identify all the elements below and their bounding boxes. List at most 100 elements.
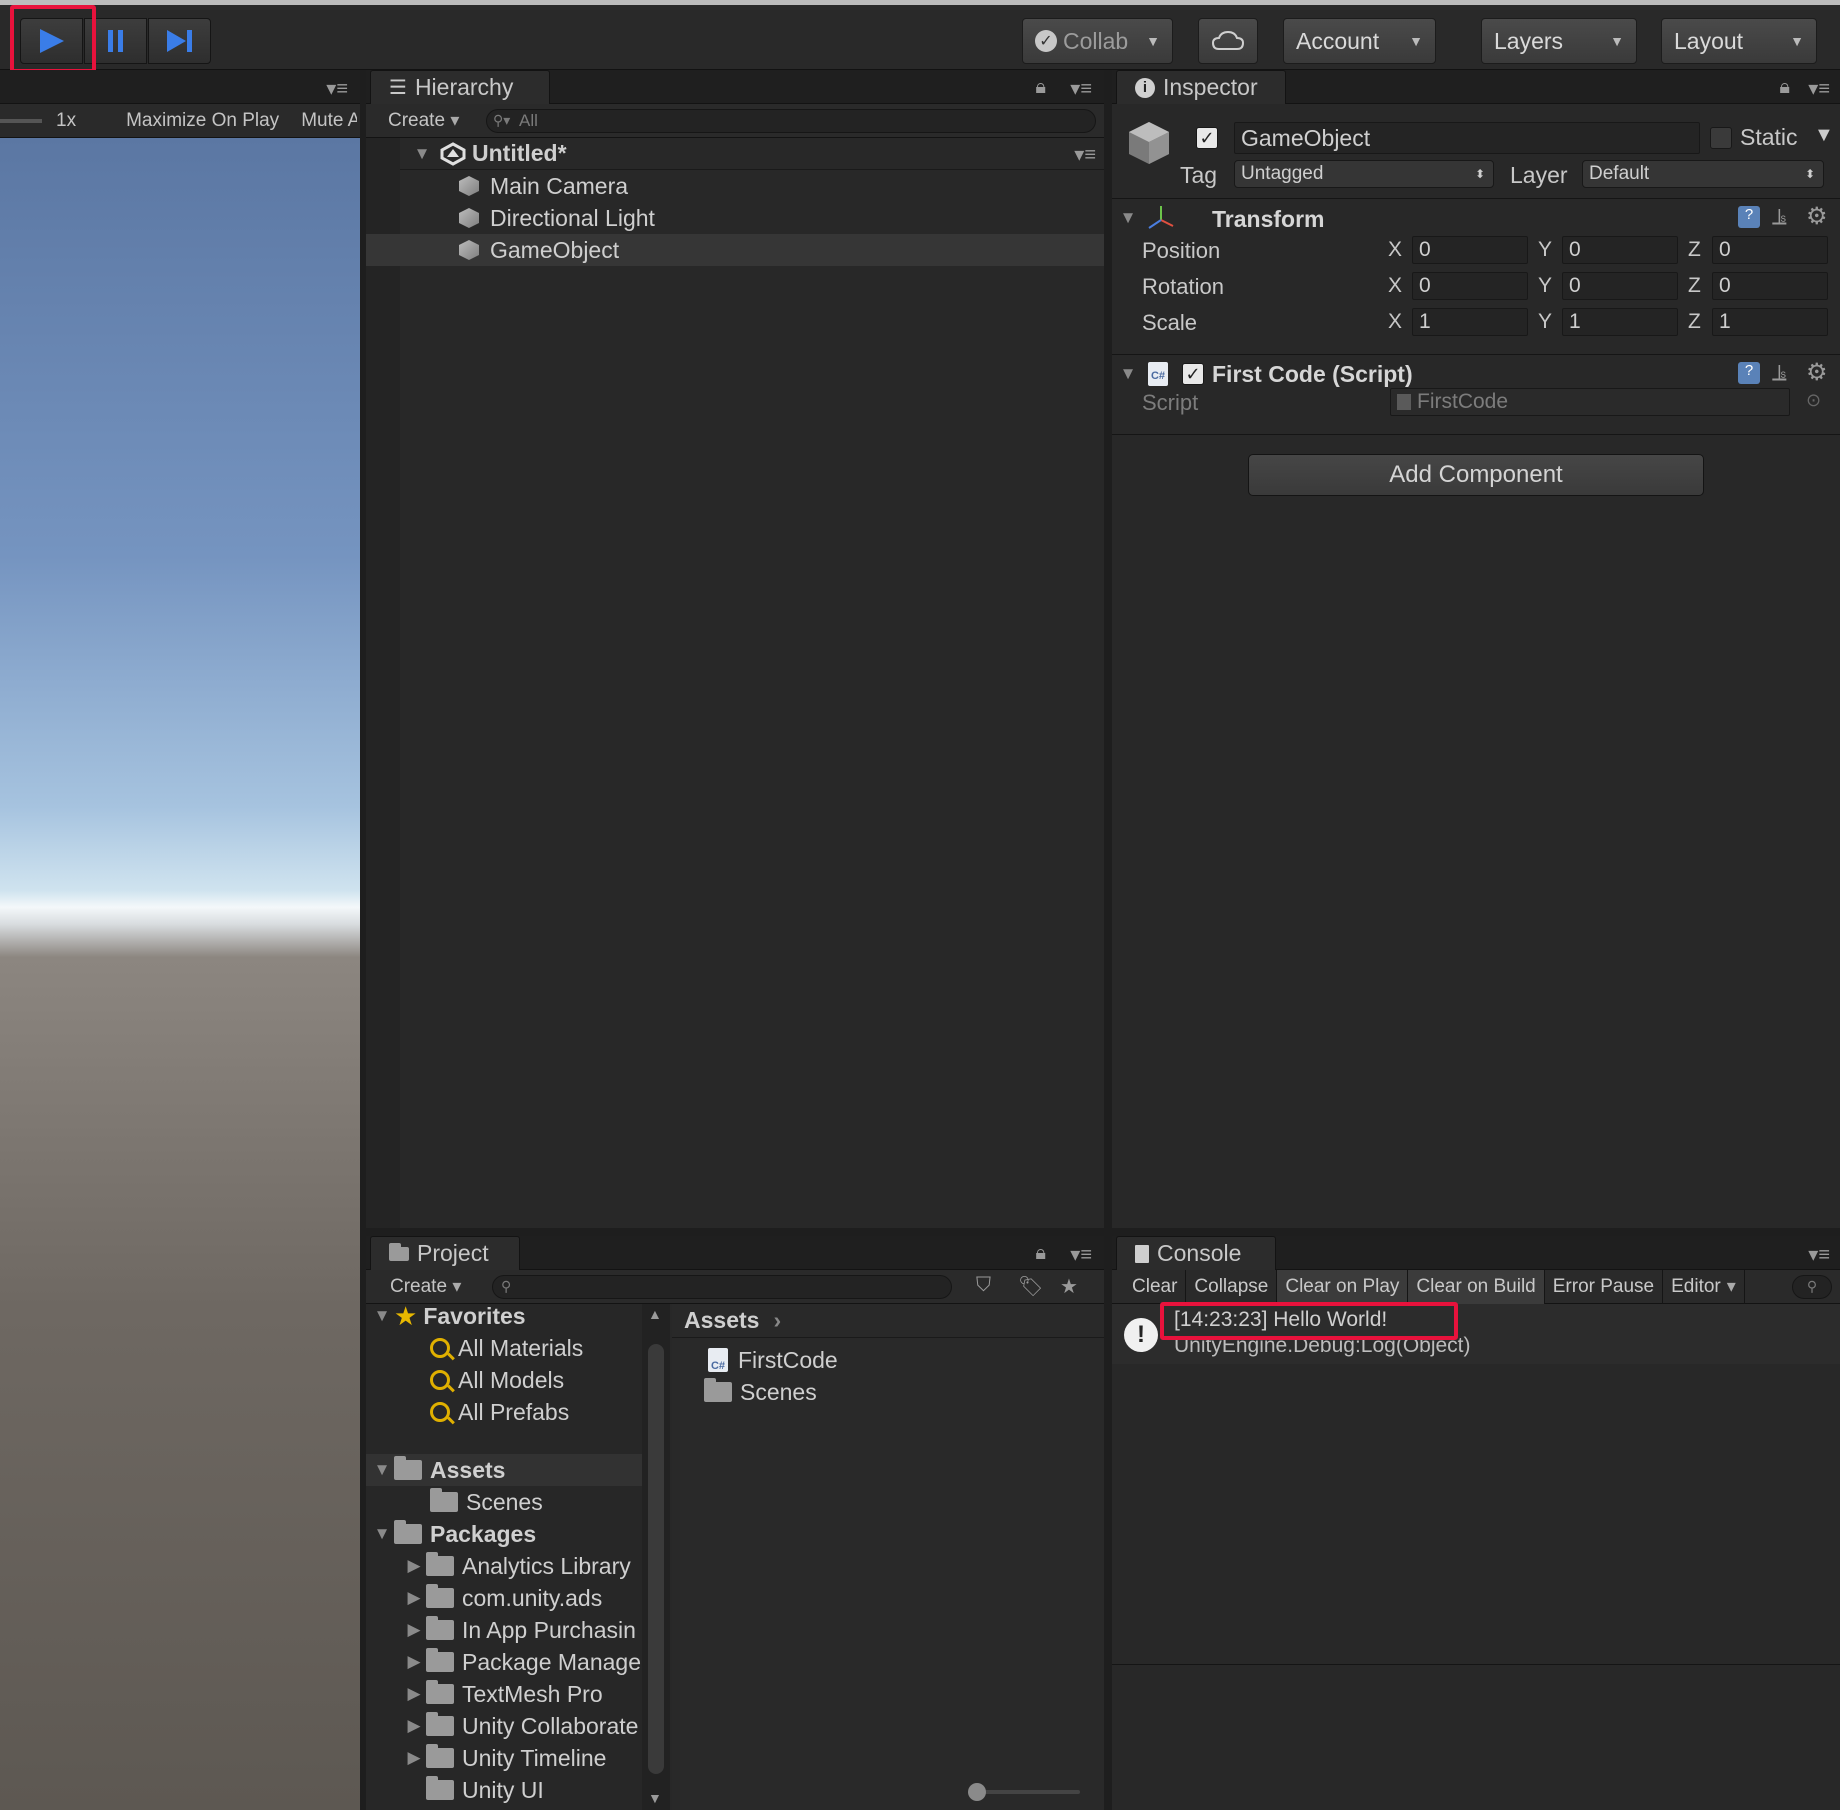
position-y-field[interactable]: 0: [1562, 236, 1678, 264]
collapse-triangle-icon[interactable]: ▼: [1116, 208, 1140, 228]
lock-icon[interactable]: 🔒︎: [1779, 76, 1790, 99]
expand-triangle-icon[interactable]: ▶: [402, 1748, 426, 1768]
panel-menu-icon[interactable]: ▾≡: [1070, 1242, 1092, 1267]
package-item[interactable]: ▶ Unity Collaborate: [402, 1710, 638, 1742]
hierarchy-item-selected[interactable]: GameObject: [456, 234, 619, 266]
active-checkbox[interactable]: ✓: [1196, 127, 1218, 149]
expand-triangle-icon[interactable]: ▼: [370, 1306, 394, 1326]
packages-folder-row[interactable]: ▼ Packages: [370, 1518, 536, 1550]
expand-triangle-icon[interactable]: ▶: [402, 1620, 426, 1640]
object-name-field[interactable]: GameObject: [1234, 122, 1700, 154]
clear-on-play-toggle[interactable]: Clear on Play: [1277, 1269, 1409, 1304]
package-item[interactable]: ▶ com.unity.ads: [402, 1582, 602, 1614]
preset-icon[interactable]: ⫡: [1772, 204, 1787, 230]
assets-folder-row[interactable]: ▼ Assets: [370, 1454, 505, 1486]
folder-tree-scrollbar[interactable]: ▲ ▼: [642, 1304, 670, 1810]
error-pause-toggle[interactable]: Error Pause: [1545, 1269, 1664, 1304]
layer-dropdown[interactable]: Default ⬍: [1582, 160, 1824, 188]
rotation-y-field[interactable]: 0: [1562, 272, 1678, 300]
expand-triangle-icon[interactable]: ▶: [402, 1716, 426, 1736]
layers-dropdown[interactable]: Layers ▼: [1481, 18, 1637, 64]
cloud-button[interactable]: [1198, 18, 1258, 64]
package-item[interactable]: ▶ In App Purchasin: [402, 1614, 636, 1646]
scroll-up-icon[interactable]: ▲: [648, 1306, 662, 1322]
gear-icon[interactable]: ⚙: [1806, 202, 1828, 231]
expand-triangle-icon[interactable]: ▼: [370, 1524, 394, 1544]
asset-item[interactable]: C# FirstCode: [708, 1344, 838, 1376]
expand-triangle-icon[interactable]: ▼: [370, 1460, 394, 1480]
filter-by-type-icon[interactable]: ⛉: [976, 1274, 991, 1297]
project-search-input[interactable]: ⚲: [492, 1274, 952, 1299]
panel-menu-icon[interactable]: ▾≡: [326, 76, 348, 101]
tag-dropdown[interactable]: Untagged ⬍: [1234, 160, 1494, 188]
panel-menu-icon[interactable]: ▾≡: [1808, 76, 1830, 101]
package-item[interactable]: ▶ Unity UI: [402, 1774, 544, 1806]
star-icon[interactable]: ★: [1060, 1274, 1078, 1299]
account-dropdown[interactable]: Account ▼: [1283, 18, 1436, 64]
position-z-field[interactable]: 0: [1712, 236, 1828, 264]
console-search-input[interactable]: ⚲: [1792, 1274, 1832, 1299]
expand-triangle-icon[interactable]: ▶: [402, 1556, 426, 1576]
gear-icon[interactable]: ⚙: [1806, 358, 1828, 387]
expand-triangle-icon[interactable]: ▼: [410, 144, 434, 164]
package-item[interactable]: ▶ Package Manage: [402, 1646, 641, 1678]
breadcrumb-assets[interactable]: Assets: [684, 1307, 759, 1334]
scene-row[interactable]: ▼ Untitled* ▾≡: [400, 138, 1104, 170]
help-icon[interactable]: ?: [1738, 206, 1760, 228]
scroll-down-icon[interactable]: ▼: [648, 1790, 662, 1806]
collapse-toggle[interactable]: Collapse: [1186, 1269, 1278, 1304]
maximize-on-play-toggle[interactable]: Maximize On Play: [126, 110, 279, 132]
hierarchy-search-input[interactable]: ⚲▾ All: [486, 108, 1096, 133]
position-x-field[interactable]: 0: [1412, 236, 1528, 264]
package-item[interactable]: ▶ Unity Timeline: [402, 1742, 606, 1774]
static-checkbox[interactable]: ✓: [1710, 127, 1732, 149]
expand-triangle-icon[interactable]: ▶: [402, 1684, 426, 1704]
game-view-render[interactable]: [0, 138, 360, 1810]
scene-menu-icon[interactable]: ▾≡: [1074, 142, 1096, 167]
console-detail-divider[interactable]: [1112, 1664, 1840, 1665]
tab-project[interactable]: Project: [370, 1236, 520, 1270]
asset-item[interactable]: Scenes: [704, 1376, 817, 1408]
package-item[interactable]: ▶ TextMesh Pro: [402, 1678, 603, 1710]
hierarchy-item[interactable]: Directional Light: [456, 202, 655, 234]
package-item[interactable]: ▶ Analytics Library: [402, 1550, 631, 1582]
expand-triangle-icon[interactable]: ▶: [402, 1652, 426, 1672]
slider-thumb[interactable]: [968, 1783, 986, 1801]
rotation-x-field[interactable]: 0: [1412, 272, 1528, 300]
layout-dropdown[interactable]: Layout ▼: [1661, 18, 1817, 64]
filter-by-label-icon[interactable]: 🏷︎: [1018, 1274, 1043, 1299]
step-button[interactable]: [148, 18, 211, 64]
project-create-dropdown[interactable]: Create ▾: [390, 1276, 461, 1298]
tab-inspector[interactable]: i Inspector: [1116, 70, 1286, 104]
tab-hierarchy[interactable]: ☰ Hierarchy: [370, 70, 550, 104]
tab-console[interactable]: Console: [1116, 1236, 1276, 1270]
favorite-item[interactable]: All Models: [430, 1364, 564, 1396]
component-enabled-checkbox[interactable]: ✓: [1182, 363, 1204, 385]
scrollbar-thumb[interactable]: [648, 1344, 664, 1774]
lock-icon[interactable]: 🔒︎: [1035, 76, 1046, 99]
scale-z-field[interactable]: 1: [1712, 308, 1828, 336]
scale-x-field[interactable]: 1: [1412, 308, 1528, 336]
mute-audio-toggle[interactable]: Mute A: [301, 110, 357, 132]
clear-button[interactable]: Clear: [1112, 1269, 1187, 1304]
static-dropdown-icon[interactable]: ▼: [1814, 124, 1834, 147]
hierarchy-create-dropdown[interactable]: Create ▾: [388, 110, 459, 132]
folder-item[interactable]: Scenes: [430, 1486, 543, 1518]
preset-icon[interactable]: ⫡: [1772, 360, 1787, 386]
editor-dropdown[interactable]: Editor ▾: [1663, 1269, 1745, 1304]
lock-icon[interactable]: 🔒︎: [1035, 1242, 1046, 1265]
rotation-z-field[interactable]: 0: [1712, 272, 1828, 300]
hierarchy-item[interactable]: Main Camera: [456, 170, 628, 202]
favorite-item[interactable]: All Materials: [430, 1332, 583, 1364]
scale-slider[interactable]: [0, 118, 42, 123]
favorites-row[interactable]: ▼ ★ Favorites: [370, 1304, 526, 1332]
scale-y-field[interactable]: 1: [1562, 308, 1678, 336]
panel-menu-icon[interactable]: ▾≡: [1808, 1242, 1830, 1267]
add-component-button[interactable]: Add Component: [1248, 454, 1704, 496]
log-entry[interactable]: ! [14:23:23] Hello World! UnityEngine.De…: [1112, 1302, 1840, 1364]
icon-size-slider[interactable]: [968, 1783, 1080, 1801]
panel-menu-icon[interactable]: ▾≡: [1070, 76, 1092, 101]
expand-triangle-icon[interactable]: ▶: [402, 1588, 426, 1608]
collab-dropdown[interactable]: ✓ Collab ▼: [1022, 18, 1173, 64]
collapse-triangle-icon[interactable]: ▼: [1116, 364, 1140, 384]
